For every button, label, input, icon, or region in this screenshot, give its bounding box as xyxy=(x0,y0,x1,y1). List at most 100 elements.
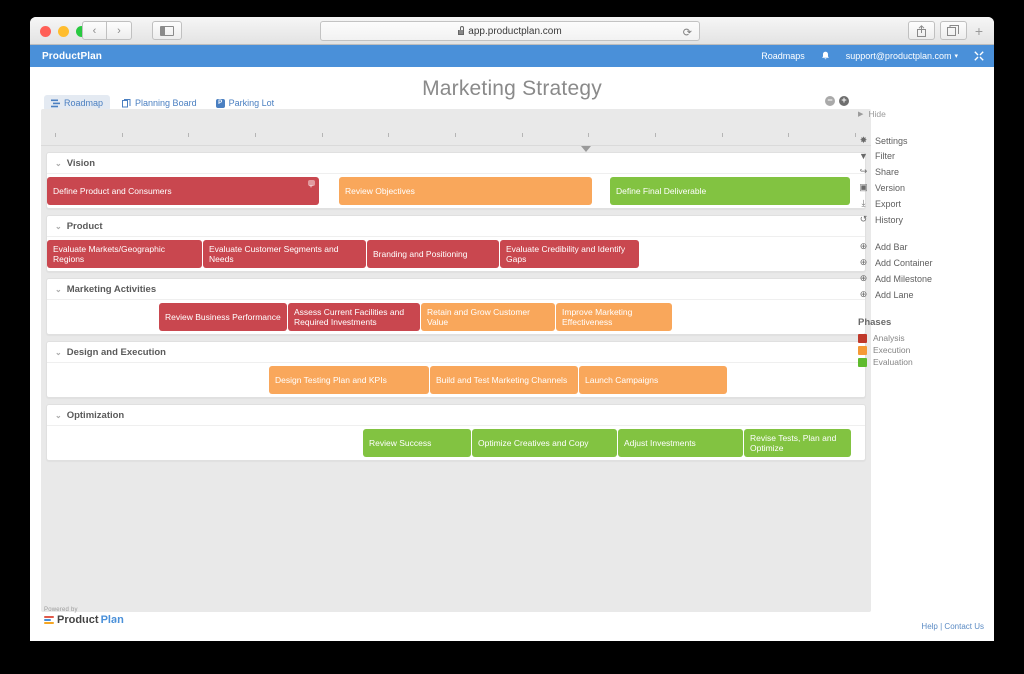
lane-header[interactable]: ⌄Product xyxy=(47,216,865,237)
forward-button[interactable]: › xyxy=(107,21,132,40)
timeline-tick xyxy=(455,133,456,137)
sidebar-hide-button[interactable]: ▶ Hide xyxy=(858,109,986,119)
roadmap-bar[interactable]: Launch Campaigns xyxy=(579,366,727,394)
timeline-tick xyxy=(655,133,656,137)
sidebar-toggle-button[interactable] xyxy=(152,21,182,40)
address-bar[interactable]: app.productplan.com ⟳ xyxy=(320,21,700,41)
timeline-tick xyxy=(388,133,389,137)
reload-icon[interactable]: ⟳ xyxy=(683,26,692,39)
plus-circle-icon: ⊕ xyxy=(858,273,869,284)
sidebar-item-label: Add Bar xyxy=(875,242,908,252)
roadmap-bar-label: Evaluate Customer Segments and Needs xyxy=(209,244,360,265)
sidebar-item-export[interactable]: ⤓Export xyxy=(858,196,986,212)
roadmap-bar[interactable]: Retain and Grow Customer Value xyxy=(421,303,555,331)
lane-header[interactable]: ⌄Marketing Activities xyxy=(47,279,865,300)
timeline-ruler[interactable] xyxy=(41,109,871,146)
roadmap-bar[interactable]: Design Testing Plan and KPIs xyxy=(269,366,429,394)
share-glyph xyxy=(916,25,927,37)
sidebar-item-add-bar[interactable]: ⊕Add Bar xyxy=(858,239,986,255)
phase-label: Evaluation xyxy=(873,357,913,367)
chevron-right-icon: ▶ xyxy=(858,110,863,118)
tabs-glyph xyxy=(947,25,959,36)
phase-legend-item: Analysis xyxy=(858,332,986,344)
roadmap-bar[interactable]: Build and Test Marketing Channels xyxy=(430,366,578,394)
chevron-down-icon: ⌄ xyxy=(55,285,62,294)
share-icon[interactable] xyxy=(908,21,935,40)
roadmap-canvas: ⌄VisionDefine Product and ConsumersRevie… xyxy=(41,109,871,612)
sidebar-item-history[interactable]: ↺History xyxy=(858,212,986,228)
roadmap-bar[interactable]: Review Objectives xyxy=(339,177,592,205)
roadmap-bar[interactable]: Evaluate Credibility and Identify Gaps xyxy=(500,240,639,268)
timeline-tick xyxy=(855,133,856,137)
sidebar-menu: ✸Settings▼Filter↪Share▣Version⤓Export↺Hi… xyxy=(858,133,986,303)
roadmap-bar[interactable]: Branding and Positioning xyxy=(367,240,499,268)
roadmap-bar[interactable]: Evaluate Customer Segments and Needs xyxy=(203,240,366,268)
lane-header[interactable]: ⌄Design and Execution xyxy=(47,342,865,363)
nav-roadmaps[interactable]: Roadmaps xyxy=(761,51,805,61)
new-tab-button[interactable]: + xyxy=(972,23,986,39)
roadmap-bar[interactable]: Define Product and Consumers xyxy=(47,177,319,205)
roadmap-bar-label: Review Objectives xyxy=(345,186,415,197)
sidebar-toggle-icon xyxy=(160,26,174,36)
timeline-tick xyxy=(722,133,723,137)
roadmap-bar-label: Evaluate Markets/Geographic Regions xyxy=(53,244,196,265)
roadmap-lane: ⌄Optimization Review Success Optimize Crea… xyxy=(46,404,866,461)
sidebar-item-add-container[interactable]: ⊕Add Container xyxy=(858,255,986,271)
tabs-overview-icon[interactable] xyxy=(940,21,967,40)
sidebar-item-add-lane[interactable]: ⊕Add Lane xyxy=(858,287,986,303)
comment-badge-icon[interactable] xyxy=(308,180,315,186)
roadmap-bar[interactable]: Assess Current Facilities and Required I… xyxy=(288,303,420,331)
roadmap-bar[interactable]: Optimize Creatives and Copy xyxy=(472,429,617,457)
lane-header[interactable]: ⌄Vision xyxy=(47,153,865,174)
powered-by-label: Powered by xyxy=(44,607,984,613)
roadmap-bar[interactable]: Adjust Investments xyxy=(618,429,743,457)
sidebar-item-share[interactable]: ↪Share xyxy=(858,164,986,180)
close-window-button[interactable] xyxy=(40,26,51,37)
notifications-bell[interactable] xyxy=(821,51,830,61)
roadmap-bar-label: Retain and Grow Customer Value xyxy=(427,307,549,328)
lane-title: Vision xyxy=(67,158,95,169)
lane-header[interactable]: ⌄Optimization xyxy=(47,405,865,426)
roadmap-bar[interactable]: Review Business Performance xyxy=(159,303,287,331)
help-link[interactable]: Help xyxy=(921,622,937,631)
roadmap-bar-label: Define Product and Consumers xyxy=(53,186,172,197)
minimize-window-button[interactable] xyxy=(58,26,69,37)
roadmap-lane: ⌄Vision Define Product and Consumers Revie… xyxy=(46,152,866,209)
phases-title: Phases xyxy=(858,317,986,328)
zoom-in-button[interactable]: + xyxy=(839,96,849,106)
sidebar-item-add-milestone[interactable]: ⊕Add Milestone xyxy=(858,271,986,287)
roadmap-bar-label: Branding and Positioning xyxy=(373,249,468,260)
bell-icon xyxy=(821,51,830,61)
parking-lot-icon: P xyxy=(216,99,225,108)
contact-us-link[interactable]: Contact Us xyxy=(944,622,984,631)
sidebar-item-label: Share xyxy=(875,167,899,177)
sidebar-item-filter[interactable]: ▼Filter xyxy=(858,149,986,164)
app-header-right: Roadmaps support@productplan.com ▾ xyxy=(761,45,984,67)
history-icon: ↺ xyxy=(858,214,869,225)
app-brand[interactable]: ProductPlan xyxy=(42,51,102,62)
app-body: Marketing Strategy Roadmap Planning Boar… xyxy=(30,67,994,641)
lane-track: Review Success Optimize Creatives and Cop… xyxy=(47,426,865,460)
account-menu[interactable]: support@productplan.com ▾ xyxy=(846,51,958,61)
timeline-tick xyxy=(188,133,189,137)
zoom-out-button[interactable]: − xyxy=(825,96,835,106)
app-header: ProductPlan Roadmaps support@productplan… xyxy=(30,45,994,67)
timeline-tick xyxy=(788,133,789,137)
roadmap-lane: ⌄Marketing ActivitiesReview Business Per… xyxy=(46,278,866,335)
lane-track: Review Business PerformanceAssess Curren… xyxy=(47,300,865,334)
back-button[interactable]: ‹ xyxy=(82,21,107,40)
tab-roadmap-label: Roadmap xyxy=(64,98,103,108)
roadmap-bar[interactable]: Evaluate Markets/Geographic Regions xyxy=(47,240,202,268)
phases-legend: AnalysisExecutionEvaluation xyxy=(858,332,986,368)
roadmap-bar[interactable]: Review Success xyxy=(363,429,471,457)
lane-track: Evaluate Markets/Geographic Regions Evalu… xyxy=(47,237,865,271)
sidebar-hide-label: Hide xyxy=(868,109,885,119)
roadmap-bar[interactable]: Improve Marketing Effectiveness xyxy=(556,303,672,331)
phase-label: Analysis xyxy=(873,333,905,343)
sidebar-item-settings[interactable]: ✸Settings xyxy=(858,133,986,149)
sidebar-item-version[interactable]: ▣Version xyxy=(858,180,986,196)
roadmap-bar[interactable]: Revise Tests, Plan and Optimize xyxy=(744,429,851,457)
roadmap-bar-label: Optimize Creatives and Copy xyxy=(478,438,589,449)
fullscreen-toggle[interactable] xyxy=(974,51,984,61)
roadmap-bar[interactable]: Define Final Deliverable xyxy=(610,177,850,205)
